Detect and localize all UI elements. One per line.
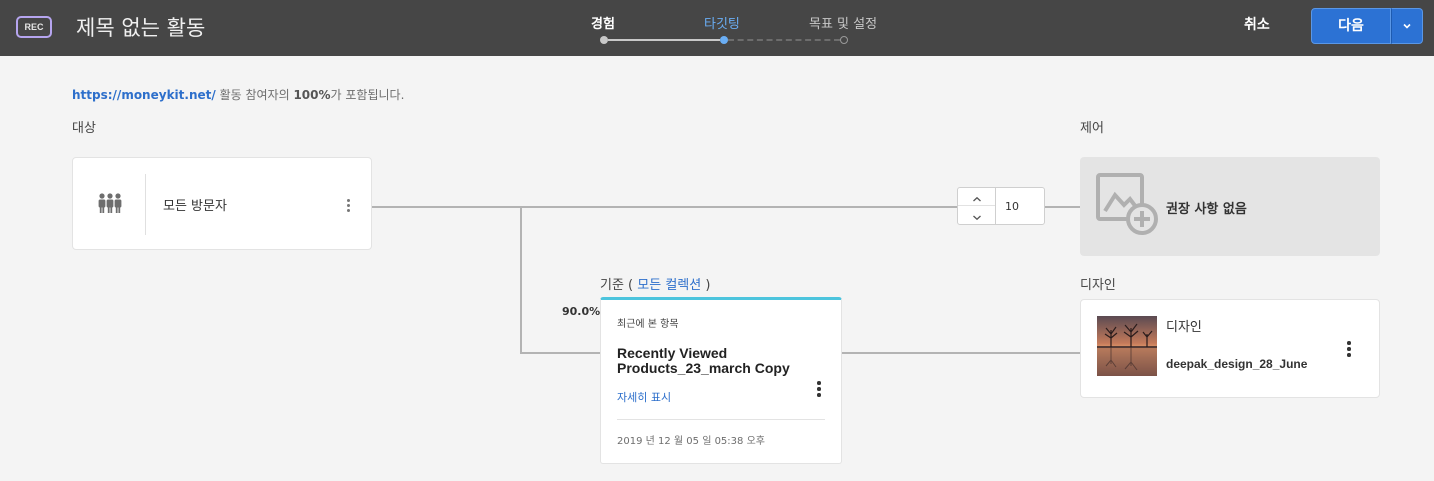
info-percent: 100% (293, 88, 331, 102)
traffic-stepper[interactable]: 10 (957, 187, 1045, 225)
audience-info-line: https://moneykit.net/ 활동 참여자의 100%가 포함됩니… (72, 86, 404, 103)
step-progress-pending (728, 39, 840, 41)
stepper-divider (995, 188, 996, 224)
step-dot-goals-settings (840, 36, 848, 44)
next-dropdown-button[interactable] (1391, 8, 1423, 44)
step-dot-targeting (720, 36, 728, 44)
cancel-button[interactable]: 취소 (1244, 14, 1270, 34)
connector-line (520, 206, 522, 354)
all-collections-link[interactable]: 모든 컬렉션 (637, 278, 701, 293)
audience-more-menu-icon[interactable] (347, 199, 351, 214)
design-card[interactable]: 디자인 deepak_design_28_June (1080, 299, 1380, 398)
design-section-label: 디자인 (1080, 278, 1116, 293)
info-text-2: 가 포함됩니다. (330, 88, 405, 102)
show-details-link[interactable]: 자세히 표시 (617, 389, 671, 405)
stepper-value-input[interactable]: 10 (1005, 200, 1019, 213)
criteria-more-menu-icon[interactable] (817, 381, 821, 399)
control-section-label: 제어 (1080, 121, 1104, 136)
connector-line (520, 352, 600, 354)
design-type: 디자인 (1166, 320, 1202, 335)
people-icon (97, 192, 123, 220)
criteria-label: 기준 ( 모든 컬렉션 ) (600, 274, 710, 293)
next-button[interactable]: 다음 (1311, 8, 1391, 44)
traffic-percentage: 90.0% (562, 305, 601, 318)
criteria-label-suffix: ) (701, 278, 711, 293)
image-add-icon (1096, 173, 1158, 239)
connector-line (372, 206, 958, 208)
step-targeting[interactable]: 타깃팅 (704, 13, 740, 32)
step-goals-settings[interactable]: 목표 및 설정 (809, 13, 877, 32)
criteria-card[interactable]: 최근에 본 항목 Recently Viewed Products_23_mar… (600, 297, 842, 464)
chevron-up-icon (972, 196, 981, 202)
criteria-subtitle: 최근에 본 항목 (617, 319, 679, 330)
step-progress-completed (608, 39, 720, 41)
card-divider (617, 419, 825, 420)
control-no-recommendation: 권장 사항 없음 (1166, 202, 1247, 217)
criteria-title: Recently Viewed Products_23_march Copy (617, 345, 790, 376)
criteria-date: 2019 년 12 월 05 일 05:38 오후 (617, 436, 765, 447)
info-text-1: 활동 참여자의 (215, 88, 294, 102)
card-divider (145, 174, 146, 235)
connector-line (842, 352, 1080, 354)
audience-section-label: 대상 (72, 121, 96, 136)
chevron-down-icon (972, 215, 981, 221)
site-url-link[interactable]: https://moneykit.net/ (72, 88, 216, 102)
criteria-label-prefix: 기준 ( (600, 278, 638, 293)
activity-title[interactable]: 제목 없는 활동 (76, 12, 205, 42)
design-name: deepak_design_28_June (1166, 357, 1308, 371)
audience-card[interactable]: 모든 방문자 (72, 157, 372, 250)
rec-badge: REC (16, 16, 52, 38)
top-bar: REC 제목 없는 활동 경험 타깃팅 목표 및 설정 취소 다음 (0, 0, 1434, 56)
step-dot-experience (600, 36, 608, 44)
connector-line (1045, 206, 1080, 208)
design-thumbnail (1097, 316, 1157, 376)
audience-name: 모든 방문자 (163, 199, 227, 214)
chevron-down-icon (1403, 23, 1411, 29)
step-experience[interactable]: 경험 (591, 13, 615, 32)
design-more-menu-icon[interactable] (1347, 341, 1351, 359)
stepper-increment-button[interactable] (958, 188, 995, 206)
control-card[interactable]: 권장 사항 없음 (1080, 157, 1380, 256)
stepper-decrement-button[interactable] (958, 206, 995, 224)
